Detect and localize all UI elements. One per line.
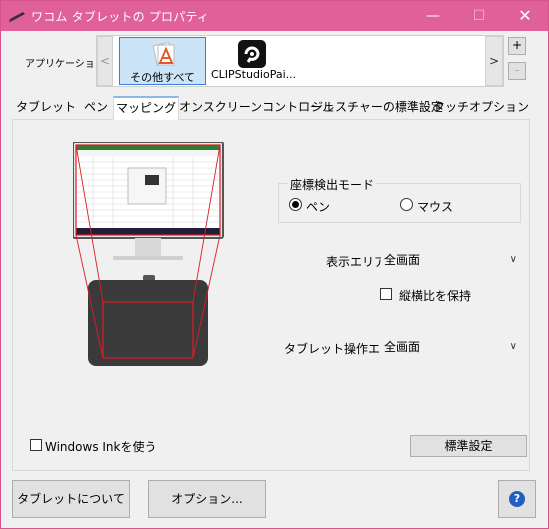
remove-application-button[interactable]: - [508,62,526,80]
app-next-button[interactable]: > [485,36,503,86]
mode-pen-label: ペン [306,200,331,214]
all-apps-icon [152,41,175,67]
options-button[interactable]: オプション... [148,480,266,518]
display-area-value: 全画面 [384,253,421,267]
about-tablet-button[interactable]: タブレットについて [12,480,130,518]
tab-mapping[interactable]: マッピング [113,96,179,120]
mapping-illustration [73,142,224,366]
tablet-area-select[interactable]: 全画面 ∨ [381,336,521,358]
tab-pen[interactable]: ペン [79,97,113,119]
close-button[interactable]: ✕ [502,1,548,31]
mode-pen-radio[interactable] [289,198,302,211]
windows-ink-label: Windows Inkを使う [45,440,157,454]
coordinate-mode-title: 座標検出モード [288,176,377,193]
mapping-tab-panel: 座標検出モード ペン マウス 表示エリア: 全画面 ∨ 縦横比を保持 タブレット… [12,119,530,471]
chevron-down-icon: ∨ [509,341,517,352]
add-application-button[interactable]: + [508,37,526,55]
app-item-label: CLIPStudioPai... [211,68,297,81]
display-area-select[interactable]: 全画面 ∨ [381,249,521,271]
chevron-down-icon: ∨ [509,254,517,265]
keep-aspect-label: 縦横比を保持 [399,289,472,303]
app-item-clip-studio[interactable]: CLIPStudioPai... [207,37,307,85]
windows-ink-checkbox[interactable] [30,439,42,451]
window-title: ワコム タブレットの プロパティ [31,10,210,24]
application-strip: < その他すべて CLIPStudioPai... > [96,35,504,87]
app-item-label: その他すべて [130,71,195,84]
title-bar: ワコム タブレットの プロパティ — ☐ ✕ [1,1,548,31]
tab-onscreen-controls[interactable]: オンスクリーンコントロール [179,97,334,119]
help-icon: ? [509,491,525,507]
help-button[interactable]: ? [498,480,536,518]
wacom-pen-icon [9,12,25,22]
app-item-all-others[interactable]: その他すべて [119,37,206,85]
app-prev-button[interactable]: < [97,36,113,86]
clip-studio-icon [238,40,266,68]
keep-aspect-checkbox[interactable] [380,288,392,300]
maximize-button[interactable]: ☐ [456,1,502,31]
tab-tablet[interactable]: タブレット [13,97,79,119]
mode-mouse-radio[interactable] [400,198,413,211]
properties-window: ワコム タブレットの プロパティ — ☐ ✕ アプリケーション: < その他すべ… [0,0,549,529]
defaults-button[interactable]: 標準設定 [410,435,527,457]
tablet-area-value: 全画面 [384,340,421,354]
tab-gestures[interactable]: ジェスチャーの標準設定 [311,97,443,119]
minimize-button[interactable]: — [410,1,456,31]
tab-touch-options[interactable]: タッチオプション [433,97,529,119]
mode-mouse-label: マウス [417,200,454,214]
